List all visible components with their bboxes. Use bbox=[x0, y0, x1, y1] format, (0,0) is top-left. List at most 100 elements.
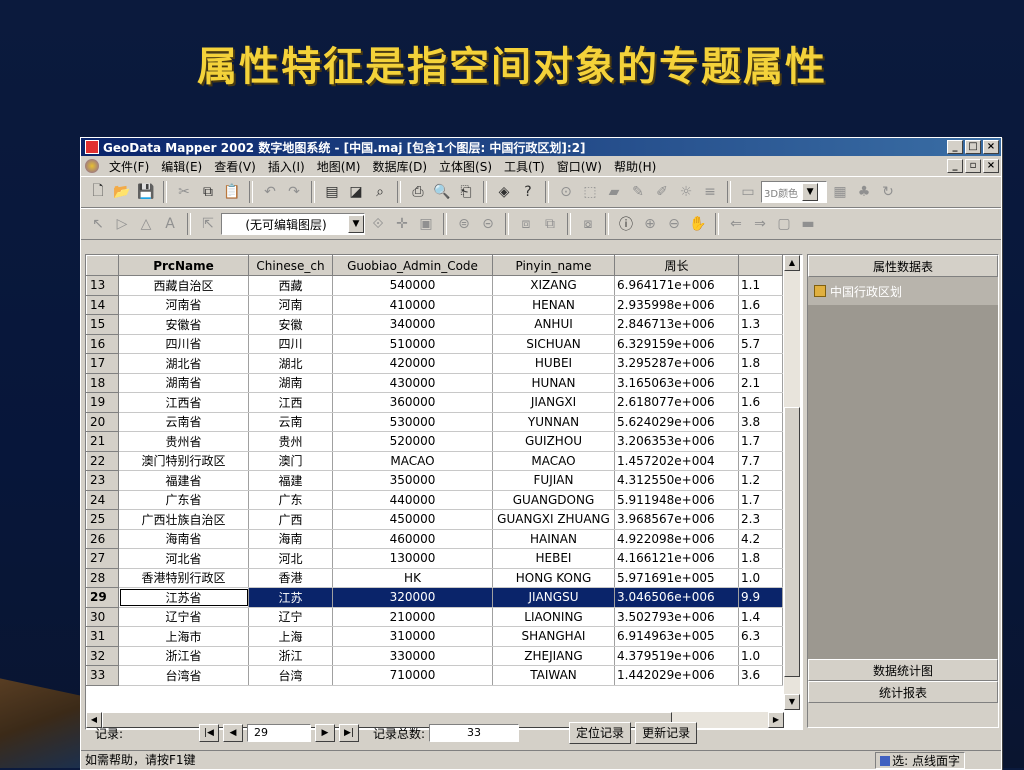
table-cell[interactable]: 湖北 bbox=[248, 353, 333, 374]
table-cell[interactable]: 530000 bbox=[332, 412, 493, 432]
menu-item[interactable]: 立体图(S) bbox=[433, 158, 498, 175]
prev-record-button[interactable]: ◀ bbox=[223, 724, 243, 742]
table-cell[interactable]: GUIZHOU bbox=[492, 431, 615, 452]
menu-item[interactable]: 工具(T) bbox=[498, 158, 551, 175]
table-cell[interactable]: 460000 bbox=[332, 529, 493, 549]
print-icon[interactable]: ⎙ bbox=[407, 181, 429, 203]
table-cell[interactable]: 3.165063e+006 bbox=[614, 373, 739, 393]
scroll-up-icon[interactable]: ▲ bbox=[784, 255, 800, 271]
attribute2-icon[interactable]: ⊝ bbox=[477, 213, 499, 235]
row-number[interactable]: 22 bbox=[86, 450, 119, 471]
row-number[interactable]: 15 bbox=[86, 314, 119, 335]
table-cell[interactable]: 1.1 bbox=[738, 275, 783, 296]
polyline-icon[interactable]: ▷ bbox=[111, 213, 133, 235]
layer-down-icon[interactable]: ⧉ bbox=[539, 213, 561, 235]
table-cell[interactable]: 湖南 bbox=[248, 373, 333, 393]
locate-record-button[interactable]: 定位记录 bbox=[569, 722, 632, 744]
table-cell[interactable]: LIAONING bbox=[492, 607, 615, 627]
menu-item[interactable]: 地图(M) bbox=[311, 158, 367, 175]
table-cell[interactable]: 1.0 bbox=[738, 646, 783, 666]
table-row[interactable]: 18 湖南省 湖南 430000 HUNAN 3.165063e+006 2.1 bbox=[86, 372, 783, 393]
table-cell[interactable]: 2.846713e+006 bbox=[614, 314, 739, 335]
doc-close-button[interactable]: × bbox=[983, 159, 999, 173]
table-cell[interactable]: 1.7 bbox=[738, 490, 783, 510]
table-cell[interactable]: YUNNAN bbox=[492, 412, 615, 432]
table-cell[interactable]: ZHEJIANG bbox=[492, 646, 615, 666]
row-number[interactable]: 32 bbox=[86, 645, 119, 666]
table-cell[interactable]: 210000 bbox=[332, 607, 493, 627]
undo-icon[interactable]: ↶ bbox=[259, 181, 281, 203]
table-cell[interactable]: 540000 bbox=[332, 275, 493, 296]
row-number[interactable]: 26 bbox=[86, 528, 119, 549]
table-cell[interactable]: 河南省 bbox=[118, 295, 249, 315]
table-cell[interactable]: 河南 bbox=[248, 295, 333, 315]
update-record-button[interactable]: 更新记录 bbox=[635, 722, 698, 744]
table-cell[interactable]: 2.618077e+006 bbox=[614, 392, 739, 413]
menu-item[interactable]: 帮助(H) bbox=[608, 158, 662, 175]
select-icon[interactable]: ↖ bbox=[87, 213, 109, 235]
scroll-down-icon[interactable]: ▼ bbox=[784, 694, 800, 710]
table-cell[interactable]: 河北 bbox=[248, 548, 333, 569]
layer-icon[interactable]: ▭ bbox=[737, 181, 759, 203]
table-cell[interactable]: GUANGDONG bbox=[492, 490, 615, 510]
table-cell[interactable]: 130000 bbox=[332, 548, 493, 569]
table-cell[interactable]: 2.3 bbox=[738, 509, 783, 530]
table-row[interactable]: 23 福建省 福建 350000 FUJIAN 4.312550e+006 1.2 bbox=[86, 470, 783, 491]
row-number[interactable]: 17 bbox=[86, 353, 119, 374]
table-cell[interactable]: 6.329159e+006 bbox=[614, 334, 739, 354]
table-cell[interactable]: 330000 bbox=[332, 646, 493, 666]
table-cell[interactable]: 广西壮族自治区 bbox=[118, 509, 249, 530]
table-cell[interactable]: 四川 bbox=[248, 334, 333, 354]
menu-item[interactable]: 窗口(W) bbox=[551, 158, 608, 175]
row-number[interactable]: 25 bbox=[86, 509, 119, 530]
table-cell[interactable]: 440000 bbox=[332, 490, 493, 510]
row-number[interactable]: 19 bbox=[86, 392, 119, 413]
table-cell[interactable]: HK bbox=[332, 568, 493, 588]
globe-icon[interactable]: ⊙ bbox=[555, 181, 577, 203]
table-cell[interactable]: 1.8 bbox=[738, 548, 783, 569]
table-row[interactable]: 22 澳门特别行政区 澳门 MACAO MACAO 1.457202e+004 7.7 bbox=[86, 450, 783, 471]
table-cell[interactable]: 360000 bbox=[332, 392, 493, 413]
open-icon[interactable]: 📂 bbox=[111, 181, 133, 203]
copy-icon[interactable]: ⧉ bbox=[197, 181, 219, 203]
row-number[interactable]: 14 bbox=[86, 294, 119, 315]
cube-icon[interactable]: ⬚ bbox=[579, 181, 601, 203]
sun-icon[interactable]: ☼ bbox=[675, 181, 697, 203]
table-row[interactable]: 21 贵州省 贵州 520000 GUIZHOU 3.206353e+006 1.7 bbox=[86, 431, 783, 452]
row-number[interactable]: 20 bbox=[86, 411, 119, 432]
redo-icon[interactable]: ↷ bbox=[283, 181, 305, 203]
table-cell[interactable]: 710000 bbox=[332, 665, 493, 686]
zoom-in-icon[interactable]: ⊕ bbox=[639, 213, 661, 235]
move-icon[interactable]: ✛ bbox=[391, 213, 413, 235]
table-cell[interactable]: 310000 bbox=[332, 626, 493, 647]
table-cell[interactable]: 香港 bbox=[248, 568, 333, 588]
row-number[interactable]: 27 bbox=[86, 548, 119, 569]
table-cell[interactable]: 3.968567e+006 bbox=[614, 509, 739, 530]
table-row[interactable]: 32 浙江省 浙江 330000 ZHEJIANG 4.379519e+006 1.0 bbox=[86, 645, 783, 666]
table-cell[interactable]: 4.922098e+006 bbox=[614, 529, 739, 549]
row-number[interactable]: 30 bbox=[86, 606, 119, 627]
row-number[interactable]: 28 bbox=[86, 567, 119, 588]
table-cell[interactable]: 4.312550e+006 bbox=[614, 470, 739, 491]
column-header[interactable]: PrcName bbox=[118, 255, 249, 276]
table-cell[interactable]: 5.911948e+006 bbox=[614, 490, 739, 510]
first-record-button[interactable]: |◀ bbox=[199, 724, 219, 742]
forward-icon[interactable]: ⇒ bbox=[749, 213, 771, 235]
pointer-icon[interactable]: ⇱ bbox=[197, 213, 219, 235]
vertical-scrollbar[interactable]: ▲ ▼ bbox=[784, 255, 800, 710]
table-cell[interactable]: 台湾 bbox=[248, 665, 333, 686]
table-cell[interactable]: 2.1 bbox=[738, 373, 783, 393]
table-cell[interactable]: 420000 bbox=[332, 353, 493, 374]
table-cell[interactable]: 5.624029e+006 bbox=[614, 412, 739, 432]
menu-item[interactable]: 插入(I) bbox=[262, 158, 311, 175]
row-number[interactable]: 18 bbox=[86, 372, 119, 393]
cut-icon[interactable]: ✂ bbox=[173, 181, 195, 203]
menu-item[interactable]: 文件(F) bbox=[103, 158, 155, 175]
paste-icon[interactable]: 📋 bbox=[221, 181, 243, 203]
printer-icon[interactable]: ⎗ bbox=[455, 181, 477, 203]
layer-prop-icon[interactable]: ⧇ bbox=[577, 213, 599, 235]
table-cell[interactable]: 云南 bbox=[248, 412, 333, 432]
pen-icon[interactable]: ✎ bbox=[627, 181, 649, 203]
table-cell[interactable]: 1.6 bbox=[738, 295, 783, 315]
table-cell[interactable]: 510000 bbox=[332, 334, 493, 354]
